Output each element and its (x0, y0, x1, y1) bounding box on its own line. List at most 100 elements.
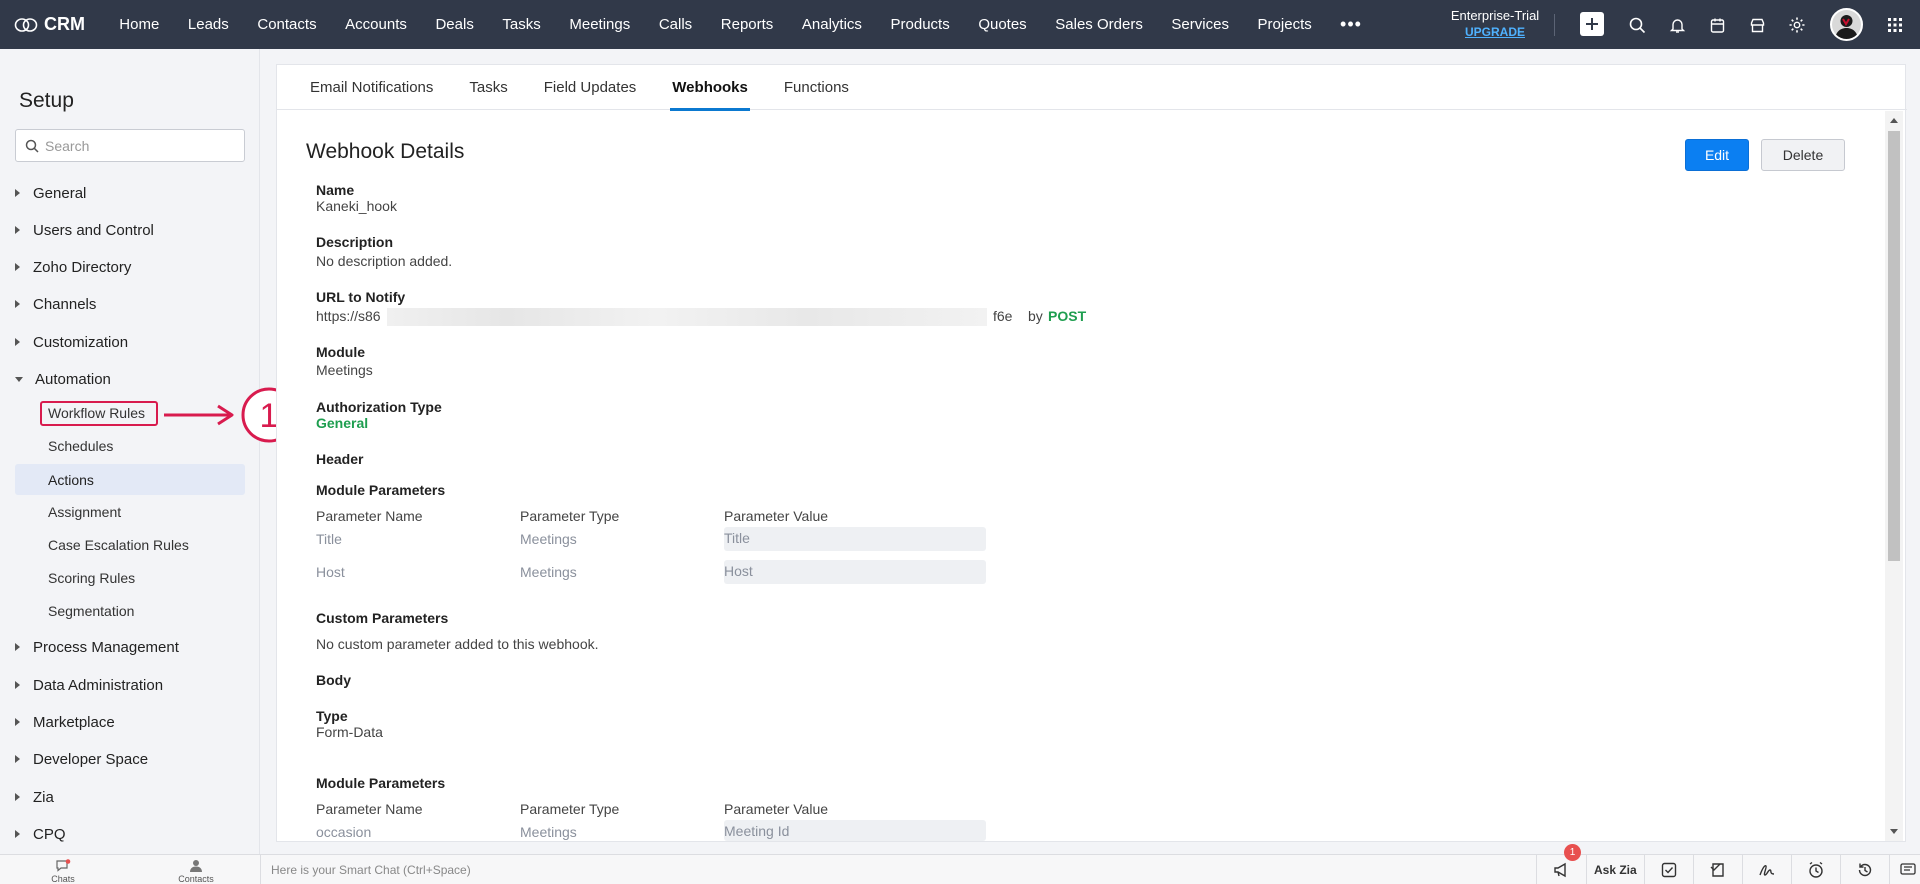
scroll-down-arrow[interactable] (1890, 829, 1898, 834)
sidebar-group-developer-space[interactable]: Developer Space (15, 747, 148, 771)
sidebar-group-label: Users and Control (33, 221, 154, 239)
marketplace-icon[interactable] (1744, 12, 1770, 38)
nav-reports[interactable]: Reports (706, 0, 787, 49)
sidebar-group-process-management[interactable]: Process Management (15, 635, 179, 659)
nav-quotes[interactable]: Quotes (964, 0, 1041, 49)
nav-tasks[interactable]: Tasks (488, 0, 555, 49)
signature-icon[interactable] (1758, 861, 1776, 879)
tab-field-updates[interactable]: Field Updates (544, 65, 637, 110)
contacts-icon (190, 860, 202, 872)
bell-icon[interactable] (1664, 12, 1690, 38)
sidebar-group-zoho-directory[interactable]: Zoho Directory (15, 255, 131, 279)
nav-products[interactable]: Products (876, 0, 964, 49)
sidebar-item-schedules[interactable]: Schedules (48, 434, 113, 458)
param-value: Meeting Id (724, 820, 986, 841)
tab-tasks[interactable]: Tasks (469, 65, 507, 110)
search-input[interactable] (45, 137, 235, 154)
sidebar-group-data-administration[interactable]: Data Administration (15, 673, 163, 697)
nav-calls[interactable]: Calls (645, 0, 707, 49)
sidebar-group-users-and-control[interactable]: Users and Control (15, 218, 154, 242)
setup-sidebar: Setup General Users and Control Zoho Dir… (0, 49, 297, 854)
scroll-thumb[interactable] (1888, 131, 1900, 561)
plus-icon[interactable] (1580, 12, 1604, 36)
sidebar-item-segmentation[interactable]: Segmentation (48, 599, 134, 623)
sidebar-group-marketplace[interactable]: Marketplace (15, 710, 115, 734)
divider (1742, 855, 1743, 884)
contacts-button[interactable]: Contacts (166, 859, 226, 884)
feedback-icon[interactable] (1899, 861, 1917, 879)
alarm-clock-icon[interactable] (1807, 861, 1825, 879)
nav-meetings[interactable]: Meetings (555, 0, 644, 49)
sidebar-group-label: Developer Space (33, 750, 149, 768)
page-title: Webhook Details (306, 140, 465, 163)
description-label: Description (316, 234, 394, 250)
param-name: Host (316, 564, 345, 580)
param-value-header: Parameter Value (724, 508, 829, 524)
gear-icon[interactable] (1784, 12, 1810, 38)
sidebar-group-label: General (33, 184, 87, 202)
crm-logo[interactable]: CRM (0, 0, 105, 49)
nav-projects[interactable]: Projects (1243, 0, 1326, 49)
caret-right-icon (15, 718, 20, 726)
apps-grid-icon[interactable] (1882, 12, 1908, 38)
divider (1586, 855, 1587, 884)
sidebar-group-cpq[interactable]: CPQ (15, 822, 66, 846)
delete-button[interactable]: Delete (1761, 139, 1845, 171)
edit-button[interactable]: Edit (1685, 139, 1749, 171)
vertical-scrollbar[interactable] (1885, 111, 1903, 841)
sidebar-item-actions[interactable]: Actions (15, 464, 245, 495)
nav-analytics[interactable]: Analytics (788, 0, 877, 49)
history-icon[interactable] (1856, 861, 1874, 879)
ask-zia-button[interactable]: Ask Zia (1594, 863, 1637, 877)
nav-more-button[interactable]: ••• (1326, 0, 1376, 49)
sidebar-group-automation[interactable]: Automation (15, 367, 111, 391)
param-name: Title (316, 531, 342, 547)
notification-badge: 1 (1564, 844, 1581, 861)
auth-type-label: Authorization Type (316, 399, 442, 415)
nav-contacts[interactable]: Contacts (243, 0, 331, 49)
megaphone-icon[interactable] (1552, 861, 1570, 879)
param-name: occasion (316, 824, 372, 840)
nav-services[interactable]: Services (1157, 0, 1243, 49)
sidebar-group-label: Marketplace (33, 713, 115, 731)
sidebar-group-general[interactable]: General (15, 181, 86, 205)
tab-webhooks[interactable]: Webhooks (670, 65, 750, 111)
sidebar-item-scoring-rules[interactable]: Scoring Rules (48, 566, 135, 590)
url-redaction (387, 308, 987, 326)
nav-home[interactable]: Home (105, 0, 174, 49)
upgrade-link[interactable]: UPGRADE (1440, 24, 1550, 40)
scroll-up-arrow[interactable] (1890, 118, 1898, 123)
tasks-icon[interactable] (1709, 861, 1727, 879)
chat-icon (56, 859, 71, 872)
nav-deals[interactable]: Deals (421, 0, 488, 49)
divider (1644, 855, 1645, 884)
plan-info: Enterprise-Trial UPGRADE (1440, 8, 1550, 40)
param-type-header: Parameter Type (520, 508, 620, 524)
smart-chat-input[interactable]: Here is your Smart Chat (Ctrl+Space) (271, 863, 471, 877)
sidebar-group-channels[interactable]: Channels (15, 292, 96, 316)
search-icon[interactable] (1624, 12, 1650, 38)
sidebar-item-label: Actions (48, 471, 94, 488)
body-label: Body (316, 672, 351, 688)
tab-email-notifications[interactable]: Email Notifications (310, 65, 433, 110)
chats-button[interactable]: Chats (33, 859, 93, 884)
sidebar-group-customization[interactable]: Customization (15, 330, 128, 354)
sidebar-search[interactable] (15, 129, 245, 162)
checklist-icon[interactable] (1660, 861, 1678, 879)
toolbar-divider (1554, 14, 1555, 36)
nav-accounts[interactable]: Accounts (331, 0, 421, 49)
nav-leads[interactable]: Leads (174, 0, 243, 49)
crm-logo-icon (14, 17, 38, 32)
param-type: Meetings (520, 531, 577, 547)
sidebar-item-assignment[interactable]: Assignment (48, 500, 121, 524)
module-params-label: Module Parameters (316, 482, 446, 498)
caret-right-icon (15, 226, 20, 234)
sidebar-item-case-escalation-rules[interactable]: Case Escalation Rules (48, 533, 189, 557)
tab-functions[interactable]: Functions (784, 65, 849, 110)
sidebar-group-zia[interactable]: Zia (15, 785, 54, 809)
name-value: Kaneki_hook (316, 198, 397, 214)
avatar[interactable] (1830, 8, 1863, 41)
nav-sales-orders[interactable]: Sales Orders (1041, 0, 1157, 49)
caret-right-icon (15, 643, 20, 651)
calendar-icon[interactable] (1704, 12, 1730, 38)
